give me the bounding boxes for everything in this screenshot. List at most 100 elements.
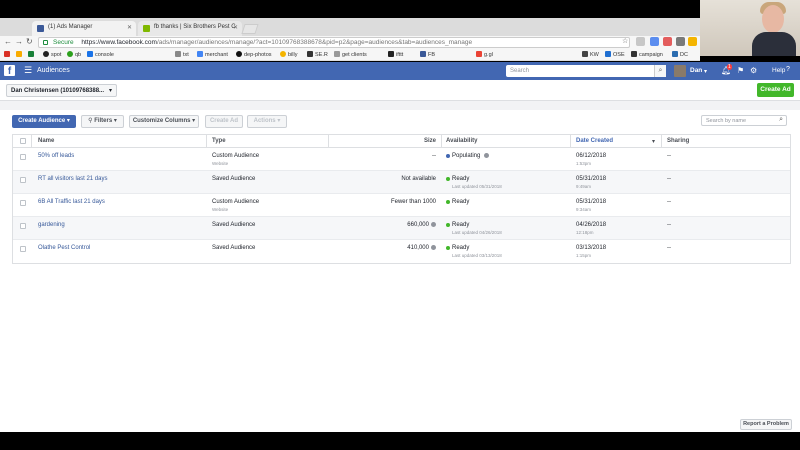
close-tab-icon[interactable]: ✕ xyxy=(127,24,132,31)
ose-icon xyxy=(605,51,611,57)
row-checkbox[interactable] xyxy=(20,177,26,183)
close-tab-icon[interactable]: ✕ xyxy=(233,24,238,31)
table-row[interactable]: 6B All Traffic last 21 days Custom Audie… xyxy=(13,194,790,217)
extension-icon[interactable] xyxy=(688,37,697,46)
row-checkbox[interactable] xyxy=(20,246,26,252)
bookmark-ser[interactable]: SE.R xyxy=(307,51,328,58)
filters-button[interactable]: ⚲ Filters ▾ xyxy=(81,115,124,128)
create-ad-disabled-button[interactable]: Create Ad xyxy=(205,115,243,128)
chevron-down-icon[interactable]: ▾ xyxy=(704,68,707,75)
forward-arrow-icon[interactable]: → xyxy=(15,37,23,46)
bookmark-gmail[interactable] xyxy=(4,51,12,58)
billy-icon xyxy=(280,51,286,57)
merchant-icon xyxy=(197,51,203,57)
actions-button[interactable]: Actions ▾ xyxy=(247,115,287,128)
table-row[interactable]: Olathe Pest Control Saved Audience 410,0… xyxy=(13,240,790,263)
audience-size: Not available xyxy=(401,176,436,182)
bookmark-qb[interactable]: qb xyxy=(67,51,81,58)
extension-icon[interactable] xyxy=(636,37,645,46)
column-header-date-created[interactable]: Date Created xyxy=(576,138,613,144)
flag-icon[interactable]: ⚑ xyxy=(737,66,744,75)
table-row[interactable]: 50% off leads Custom Audience Website --… xyxy=(13,148,790,171)
address-bar[interactable]: Secure https://www.facebook.com/ads/mana… xyxy=(38,37,630,48)
info-icon[interactable] xyxy=(484,153,490,158)
column-divider xyxy=(661,135,662,148)
bookmark-analytics[interactable] xyxy=(16,51,24,58)
bookmark-get-clients[interactable]: get clients xyxy=(334,51,367,58)
bookmark-merchant[interactable]: merchant xyxy=(197,51,228,58)
row-checkbox[interactable] xyxy=(20,154,26,160)
availability-status: Ready xyxy=(452,199,470,205)
browser-tab-fb-thanks[interactable]: fb thanks | Six Brothers Pest C ✕ xyxy=(138,21,242,36)
search-placeholder: Search by name xyxy=(706,118,747,124)
info-icon[interactable] xyxy=(431,245,436,250)
user-name[interactable]: Dan xyxy=(690,67,702,74)
reload-icon[interactable]: ↻ xyxy=(26,37,33,46)
extension-icon[interactable] xyxy=(663,37,672,46)
facebook-search-input[interactable]: Search ⌕ xyxy=(506,65,666,77)
get-clients-icon xyxy=(334,51,340,57)
audience-type: Saved Audience xyxy=(212,222,256,228)
kw-icon xyxy=(582,51,588,57)
table-row[interactable]: gardening Saved Audience 660,000 Ready L… xyxy=(13,217,790,240)
bookmark-ifttt[interactable]: ifttt xyxy=(388,51,403,58)
bookmark-ggl[interactable]: g.gl xyxy=(476,51,493,58)
select-all-checkbox[interactable] xyxy=(20,138,26,144)
column-header-size[interactable]: Size xyxy=(336,138,436,144)
bookmark-dep-photos[interactable]: dep-photos xyxy=(236,51,272,58)
bookmark-ose[interactable]: OSE xyxy=(605,51,625,58)
column-header-type[interactable]: Type xyxy=(212,138,226,144)
dc-icon xyxy=(672,51,678,57)
bookmark-kw[interactable]: KW xyxy=(582,51,599,58)
info-icon[interactable] xyxy=(431,222,436,227)
back-arrow-icon[interactable]: ← xyxy=(4,37,12,46)
gear-icon[interactable]: ⚙ xyxy=(750,66,757,75)
bookmark-drive[interactable] xyxy=(28,51,36,58)
audience-name-link[interactable]: gardening xyxy=(38,222,65,228)
help-question-icon[interactable]: ? xyxy=(786,66,790,73)
audience-name-link[interactable]: Olathe Pest Control xyxy=(38,245,90,251)
sort-desc-icon[interactable]: ▾ xyxy=(652,138,655,145)
webcam-person-body xyxy=(752,32,796,56)
sharing-value: -- xyxy=(667,153,671,159)
hamburger-menu-icon[interactable]: ☰ xyxy=(24,65,32,76)
browser-tab-ads-manager[interactable]: (1) Ads Manager ✕ xyxy=(32,21,136,36)
column-header-availability[interactable]: Availability xyxy=(446,138,477,144)
column-divider xyxy=(441,135,442,148)
time-created: 1:15pm xyxy=(576,253,592,258)
new-tab-button[interactable] xyxy=(241,24,259,34)
bookmark-star-icon[interactable]: ☆ xyxy=(622,37,628,45)
audience-name-link[interactable]: 50% off leads xyxy=(38,153,74,159)
audience-size: 660,000 xyxy=(336,222,436,228)
date-created: 03/13/2018 xyxy=(576,245,607,251)
extension-icon[interactable] xyxy=(650,37,659,46)
account-selector[interactable]: Dan Christensen (10109768388... ▾ xyxy=(6,84,117,97)
create-ad-button[interactable]: Create Ad xyxy=(757,83,794,97)
search-icon[interactable]: ⌕ xyxy=(654,65,666,77)
bookmark-billy[interactable]: billy xyxy=(280,51,297,58)
column-header-name[interactable]: Name xyxy=(38,138,54,144)
column-header-sharing[interactable]: Sharing xyxy=(667,138,689,144)
availability-last-updated: Last updated 04/26/2018 xyxy=(452,230,502,235)
report-a-problem-button[interactable]: Report a Problem xyxy=(740,419,792,430)
chevron-down-icon: ▾ xyxy=(66,118,70,124)
table-row[interactable]: RT all visitors last 21 days Saved Audie… xyxy=(13,171,790,194)
bookmark-console[interactable]: console xyxy=(87,51,114,58)
bookmark-fb[interactable]: FB xyxy=(420,51,435,58)
bookmark-spot[interactable]: spot xyxy=(43,51,61,58)
bookmark-dc[interactable]: DC xyxy=(672,51,688,58)
row-checkbox[interactable] xyxy=(20,200,26,206)
customize-columns-button[interactable]: Customize Columns ▾ xyxy=(129,115,199,128)
help-link[interactable]: Help xyxy=(772,67,785,74)
avatar[interactable] xyxy=(674,65,686,77)
row-checkbox[interactable] xyxy=(20,223,26,229)
bookmark-campaign[interactable]: campaign xyxy=(631,51,663,58)
create-audience-button[interactable]: Create Audience ▾ xyxy=(12,115,76,128)
extension-icon[interactable] xyxy=(676,37,685,46)
facebook-logo-icon[interactable]: f xyxy=(4,65,15,77)
audience-name-link[interactable]: RT all visitors last 21 days xyxy=(38,176,107,182)
audience-name-link[interactable]: 6B All Traffic last 21 days xyxy=(38,199,105,205)
search-by-name-input[interactable]: Search by name ⌕ xyxy=(701,115,787,126)
bookmark-txt[interactable]: txt xyxy=(175,51,189,58)
browser-tab-title: (1) Ads Manager xyxy=(48,24,93,30)
